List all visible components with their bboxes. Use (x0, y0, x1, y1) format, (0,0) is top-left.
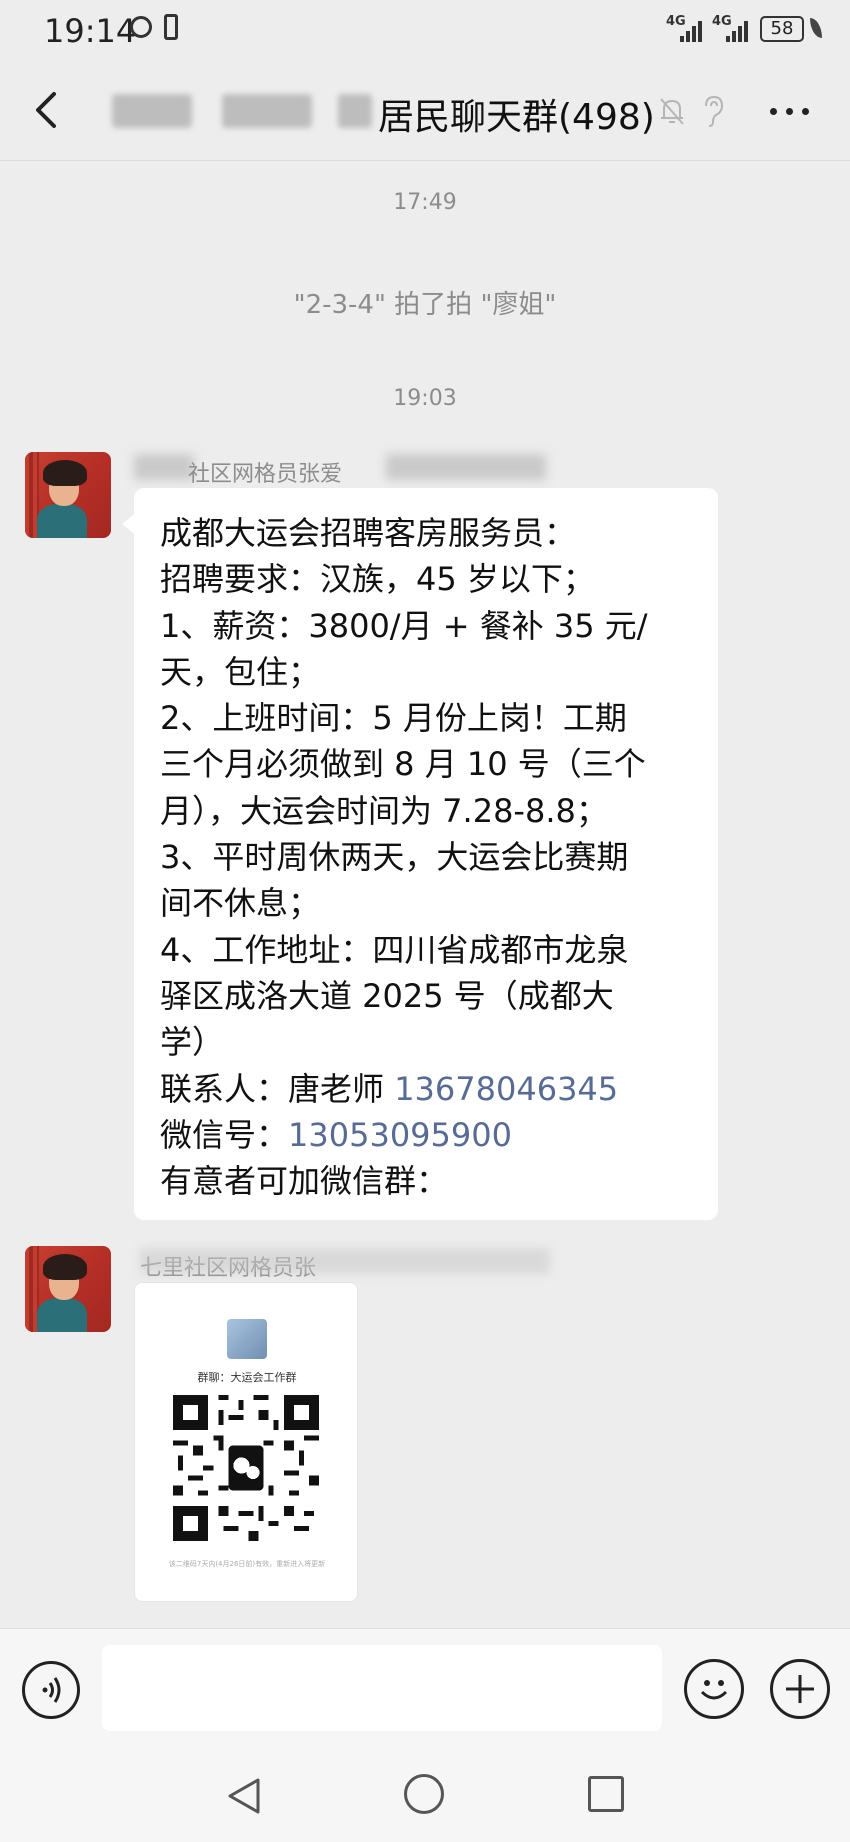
more-options-icon[interactable] (770, 108, 810, 116)
redacted-sender-part (386, 454, 546, 480)
message-bubble[interactable]: 成都大运会招聘客房服务员： 招聘要求：汉族，45 岁以下； 1、薪资：3800/… (122, 488, 718, 1220)
message-line: 招聘要求：汉族，45 岁以下； (160, 560, 595, 599)
wechat-line: 微信号：13053095900 (160, 1112, 694, 1158)
message-timestamp: 19:03 (393, 386, 457, 411)
contact-line: 联系人：唐老师 13678046345 (160, 1066, 694, 1112)
mute-bell-icon (660, 98, 684, 125)
contact-label: 联系人：唐老师 (160, 1069, 395, 1108)
message-line: 3、平时周休两天，大运会比赛期 (160, 838, 629, 877)
message-line: 间不休息； (160, 884, 321, 923)
nav-home-icon[interactable] (404, 1774, 444, 1814)
message-line: 驿区成洛大道 2025 号（成都大 (160, 976, 614, 1015)
more-functions-button[interactable] (770, 1659, 830, 1719)
status-time: 19:14 (44, 12, 137, 50)
emoji-button[interactable] (684, 1659, 744, 1719)
redacted-title-part (112, 94, 192, 128)
message-line: 1、薪资：3800/月 + 餐补 35 元/ (160, 606, 648, 645)
redacted-sender-part (134, 454, 194, 480)
group-avatar (227, 1319, 267, 1359)
battery-icon: 58 (760, 16, 804, 42)
plus-icon (786, 1675, 814, 1703)
sender-avatar[interactable] (25, 1246, 111, 1332)
message-line: 月），大运会时间为 7.28-8.8； (160, 791, 608, 830)
phone-number-link[interactable]: 13678046345 (394, 1070, 618, 1108)
message-line: 2、上班时间：5 月份上岗！工期 (160, 699, 627, 738)
wechat-label: 微信号： (160, 1115, 289, 1154)
back-arrow-icon[interactable] (30, 90, 64, 130)
message-line: 学） (160, 1023, 225, 1062)
signal-icon-2 (726, 20, 750, 42)
message-line: 有意者可加微信群： (160, 1162, 449, 1201)
system-navigation-bar (0, 1750, 850, 1842)
wechat-id-link[interactable]: 13053095900 (288, 1116, 512, 1154)
smiley-icon (700, 1680, 728, 1700)
nav-recent-apps-icon[interactable] (588, 1776, 624, 1812)
sender-name: 社区网格员张爱 (188, 462, 343, 487)
voice-icon (42, 1677, 61, 1703)
chat-header: 居民聊天群(498) (0, 60, 850, 161)
message-line: 天，包住； (160, 652, 321, 691)
status-bar: 19:14 4G 4G 58 (0, 0, 850, 60)
alarm-icon (130, 16, 152, 38)
chat-title: 居民聊天群(498) (378, 97, 655, 138)
qr-code (173, 1395, 319, 1541)
message-line: 三个月必须做到 8 月 10 号（三个 (160, 745, 646, 784)
redacted-title-part (338, 94, 372, 128)
signal-icon-1 (680, 20, 704, 42)
sender-avatar[interactable] (25, 452, 111, 538)
nav-back-icon[interactable] (226, 1776, 262, 1816)
power-saving-icon (810, 18, 822, 38)
system-message: "2-3-4" 拍了拍 "廖姐" (293, 290, 557, 320)
qr-group-name: 群聊：大运会工作群 (197, 1371, 297, 1384)
qr-footer-text: 该二维码7天内(4月26日前)有效，重新进入将更新 (168, 1560, 326, 1568)
redacted-title-part (222, 94, 312, 128)
vibrate-icon (164, 14, 178, 40)
voice-input-button[interactable] (22, 1661, 80, 1719)
message-timestamp: 17:49 (393, 190, 457, 215)
message-line: 4、工作地址：四川省成都市龙泉 (160, 930, 629, 969)
earpiece-mode-icon (705, 95, 724, 127)
qr-code-image-message[interactable]: 群聊：大运会工作群 该二维码7天内(4月26日前)有效，重新进入将更新 (134, 1282, 358, 1602)
redacted-sender-part (140, 1248, 550, 1274)
message-input[interactable] (102, 1645, 662, 1731)
chat-input-bar (0, 1628, 850, 1751)
message-line: 成都大运会招聘客房服务员： (160, 514, 577, 552)
